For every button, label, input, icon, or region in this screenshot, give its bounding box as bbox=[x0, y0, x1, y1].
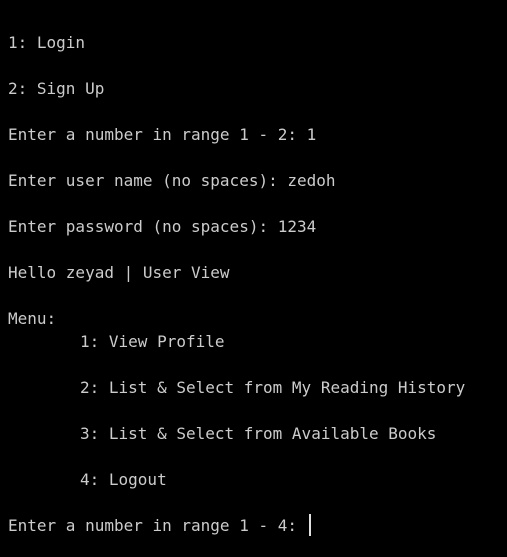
username-prompt-line: Enter user name (no spaces): zedoh bbox=[8, 171, 336, 190]
terminal-window[interactable]: 1: Login 2: Sign Up Enter a number in ra… bbox=[0, 0, 507, 557]
text-cursor bbox=[308, 514, 311, 536]
input-prompt-line[interactable]: Enter a number in range 1 - 4: bbox=[8, 514, 311, 537]
password-prompt-line: Enter password (no spaces): 1234 bbox=[8, 217, 317, 236]
menu-header: Menu: bbox=[8, 309, 57, 328]
menu-item-logout: 4: Logout bbox=[80, 470, 167, 489]
menu-item-available-books: 3: List & Select from Available Books bbox=[80, 424, 437, 443]
greeting-line: Hello zeyad | User View bbox=[8, 263, 230, 282]
menu-item-view-profile: 1: View Profile bbox=[80, 332, 225, 351]
signup-option-line: 2: Sign Up bbox=[8, 79, 105, 98]
range-prompt-menu: Enter a number in range 1 - 4: bbox=[8, 516, 307, 535]
menu-item-reading-history: 2: List & Select from My Reading History bbox=[80, 378, 466, 397]
login-option-line: 1: Login bbox=[8, 33, 86, 52]
range-prompt-login: Enter a number in range 1 - 2: 1 bbox=[8, 125, 317, 144]
